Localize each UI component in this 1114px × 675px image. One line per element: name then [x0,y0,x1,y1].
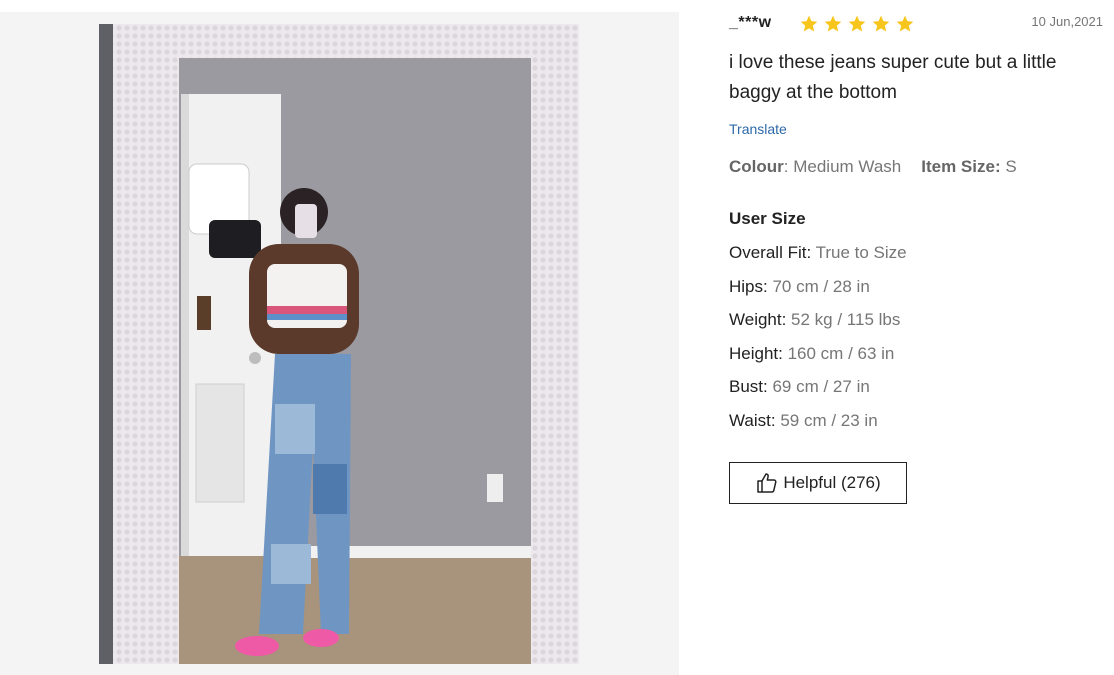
size-row-value: 52 kg / 115 lbs [786,310,901,329]
review-date: 10 Jun,2021 [1031,14,1103,29]
helpful-button[interactable]: Helpful (276) [729,462,907,504]
star-icon [847,14,867,34]
star-icon [895,14,915,34]
star-icon [799,14,819,34]
size-row-label: Hips: [729,277,768,296]
translate-link[interactable]: Translate [729,121,787,137]
item-size-value: S [1000,157,1017,176]
item-size-label: Item Size: [921,157,1001,176]
review-photo[interactable] [99,24,579,664]
size-row-value: 70 cm / 28 in [767,277,870,296]
colour-label: Colour [729,157,784,176]
size-row-hips: Hips: 70 cm / 28 in [729,277,870,297]
size-row-label: Weight: [729,310,787,329]
review-comment: i love these jeans super cute but a litt… [729,52,1057,103]
star-icon [823,14,843,34]
size-row-height: Height: 160 cm / 63 in [729,344,894,364]
colour-value: : Medium Wash [783,157,902,176]
helpful-label: Helpful (276) [783,473,881,492]
reviewer-name: _***w [729,14,772,31]
size-row-weight: Weight: 52 kg / 115 lbs [729,310,900,330]
size-row-label: Overall Fit: [729,243,812,262]
size-row-label: Waist: [729,411,776,430]
star-rating [799,14,915,34]
size-row-value: 160 cm / 63 in [782,344,895,363]
size-row-bust: Bust: 69 cm / 27 in [729,377,870,397]
star-icon [871,14,891,34]
size-row-label: Bust: [729,377,768,396]
size-row-overall-fit: Overall Fit: True to Size [729,243,907,263]
review-page: _***w 10 Jun,2021 i love these jeans sup… [0,0,1114,675]
size-row-label: Height: [729,344,783,363]
size-row-value: True to Size [811,243,907,262]
user-size-title: User Size [729,209,806,228]
review-photo-panel [0,12,679,675]
size-row-value: 69 cm / 27 in [767,377,870,396]
thumbs-up-icon [755,471,779,495]
review-attributes: Colour: Medium Wash Item Size: S [729,157,1017,177]
review-card: _***w 10 Jun,2021 i love these jeans sup… [729,0,1109,675]
size-row-waist: Waist: 59 cm / 23 in [729,411,878,431]
size-row-value: 59 cm / 23 in [775,411,878,430]
